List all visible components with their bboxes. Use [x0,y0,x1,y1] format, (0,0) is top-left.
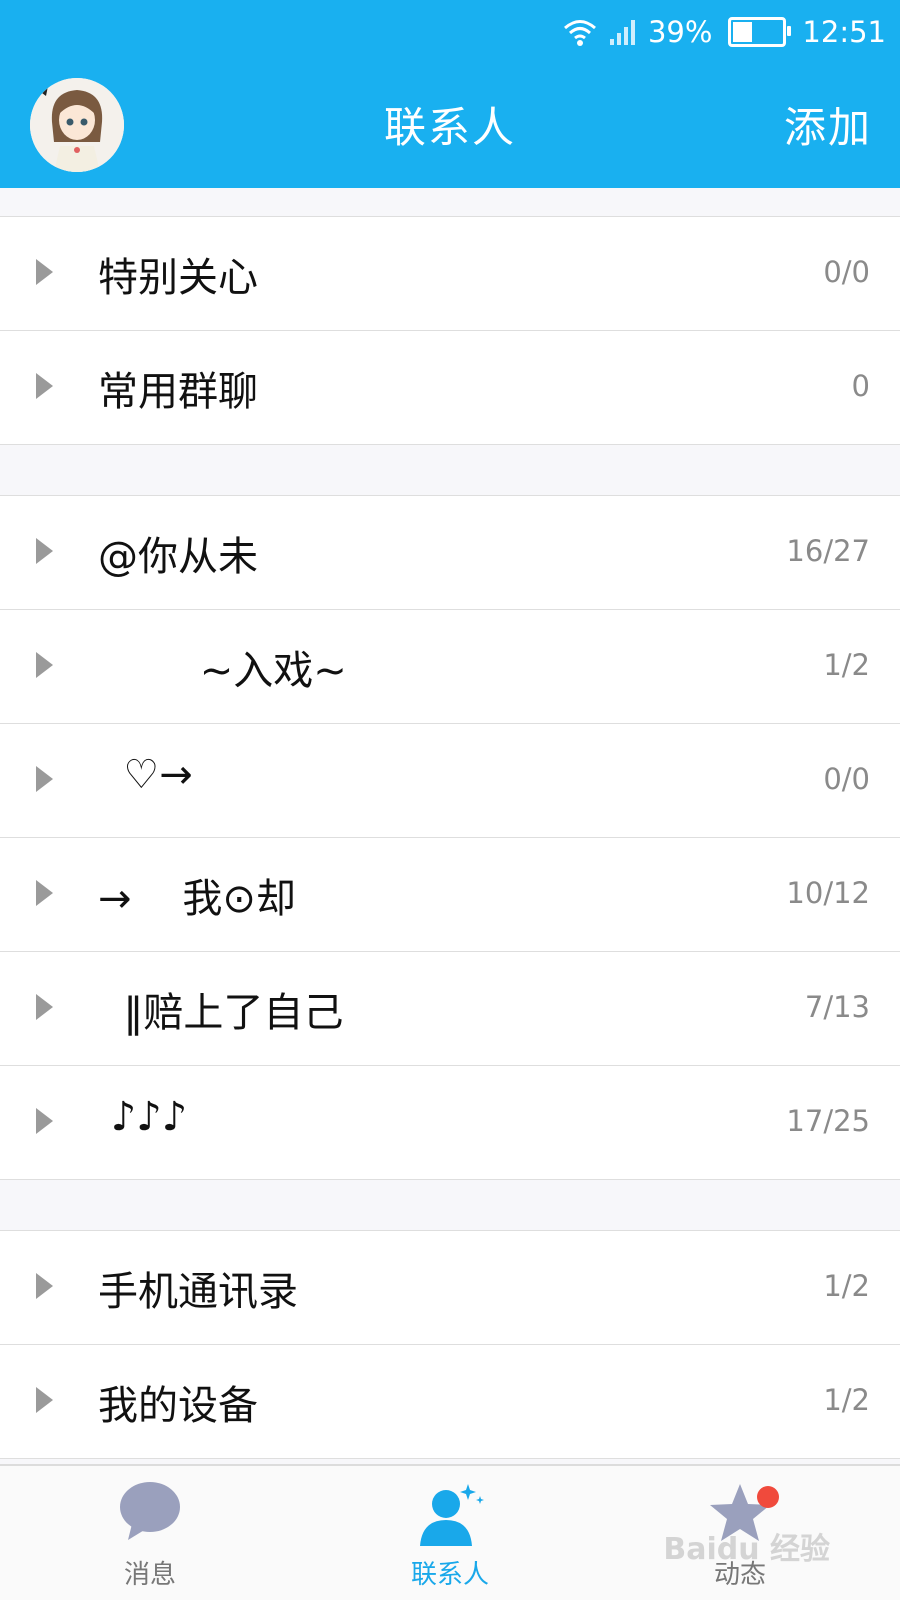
expand-arrow-icon [36,1273,53,1299]
group-row[interactable]: ‖赔上了自己 7/13 [0,952,900,1066]
section-friend-groups: @你从未 16/27 ~入戏~ 1/2 ♡→ 0/0 → 我⊙却 10/12 ‖… [0,495,900,1180]
contacts-icon [420,1484,484,1546]
group-count: 17/25 [786,1104,870,1138]
group-count: 0/0 [823,762,870,796]
group-row[interactable]: ♪♪♪ 17/25 [0,1066,900,1180]
group-count: 1/2 [823,1269,870,1303]
group-row[interactable]: ♡→ 0/0 [0,724,900,838]
section-spacer [0,445,900,495]
page-title: 联系人 [383,103,516,152]
wifi-icon [563,20,596,46]
group-row[interactable]: @你从未 16/27 [0,496,900,610]
group-row-common-chats[interactable]: 常用群聊 0 [0,331,900,445]
group-count: 10/12 [786,876,870,910]
expand-arrow-icon [36,373,53,399]
battery-percent: 39% [647,15,713,49]
battery-icon [728,17,792,47]
section-pinned: 特别关心 0/0 常用群聊 0 [0,216,900,445]
group-row[interactable]: ~入戏~ 1/2 [0,610,900,724]
group-count: 0/0 [823,255,870,289]
clock: 12:51 [802,15,886,49]
group-label: ♡→ [98,752,193,798]
group-count: 1/2 [823,1383,870,1417]
section-spacer [0,188,900,216]
status-bar: 39% 12:51 [562,10,886,54]
group-count: 7/13 [804,990,870,1024]
group-label: ♪♪♪ [98,1094,188,1140]
section-system: 手机通讯录 1/2 我的设备 1/2 [0,1230,900,1459]
expand-arrow-icon [36,880,53,906]
top-bar: 39% 12:51 联系人 添加 [0,0,900,188]
contact-group-list: 特别关心 0/0 常用群聊 0 @你从未 16/27 ~入戏~ 1/2 ♡→ 0… [0,188,900,1459]
tab-messages[interactable]: 消息 [70,1466,230,1600]
expand-arrow-icon [36,994,53,1020]
expand-arrow-icon [36,259,53,285]
signal-icon [609,20,635,45]
group-row-phone-contacts[interactable]: 手机通讯录 1/2 [0,1231,900,1345]
section-spacer [0,1180,900,1230]
group-row-special-care[interactable]: 特别关心 0/0 [0,217,900,331]
add-button[interactable]: 添加 [784,94,872,155]
group-row[interactable]: → 我⊙却 10/12 [0,838,900,952]
battery-fill [733,22,753,42]
group-count: 1/2 [823,648,870,682]
group-label: ~入戏~ [98,648,347,694]
group-row-my-devices[interactable]: 我的设备 1/2 [0,1345,900,1459]
group-label: 常用群聊 [98,369,258,415]
group-label: → 我⊙却 [98,876,296,922]
tab-contacts[interactable]: 联系人 [370,1466,530,1600]
group-count: 0 [851,369,870,403]
tab-label: 消息 [123,1560,176,1590]
group-label: 特别关心 [98,255,258,301]
tab-label: 联系人 [410,1560,489,1590]
watermark: Baidu 经验 [663,1532,830,1567]
group-label: @你从未 [98,534,258,580]
expand-arrow-icon [36,766,53,792]
chat-bubble-icon [120,1482,180,1540]
group-label: 我的设备 [98,1383,258,1429]
expand-arrow-icon [36,652,53,678]
notification-badge [757,1486,779,1508]
expand-arrow-icon [36,1387,53,1413]
group-count: 16/27 [786,534,870,568]
group-label: ‖赔上了自己 [98,990,344,1036]
bottom-tab-bar: 消息 联系人 动态 Baidu 经验 [0,1464,900,1600]
group-label: 手机通讯录 [98,1269,298,1315]
expand-arrow-icon [36,1108,53,1134]
expand-arrow-icon [36,538,53,564]
